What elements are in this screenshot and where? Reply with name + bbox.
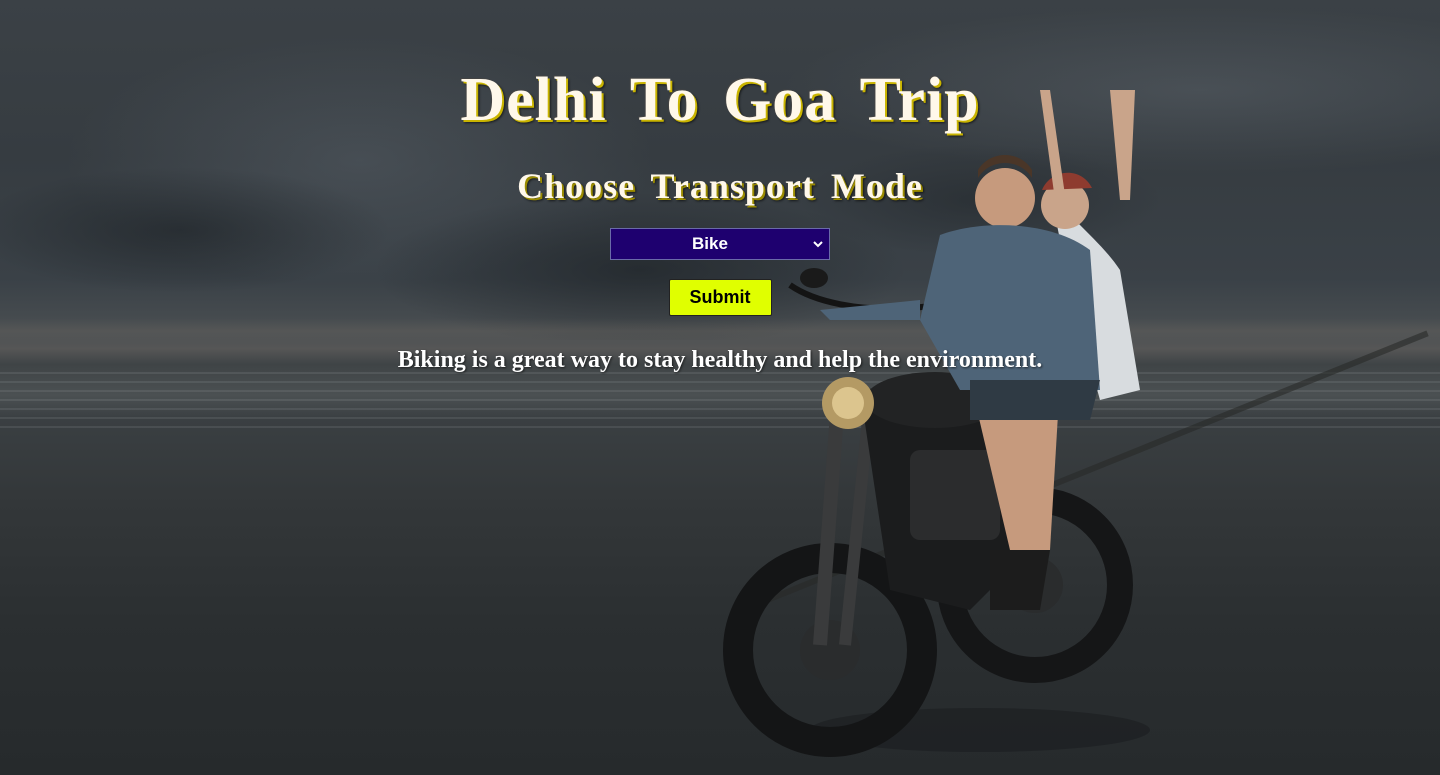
chevron-down-icon xyxy=(813,241,823,248)
page-title: Delhi To Goa Trip xyxy=(460,66,980,134)
main-content: Delhi To Goa Trip Choose Transport Mode … xyxy=(0,0,1440,374)
transport-mode-heading: Choose Transport Mode xyxy=(517,166,923,206)
transport-result-message: Biking is a great way to stay healthy an… xyxy=(397,347,1043,373)
submit-button[interactable]: Submit xyxy=(668,279,772,316)
transport-mode-select[interactable]: Bike xyxy=(610,228,830,260)
transport-mode-selected-value: Bike xyxy=(692,234,728,253)
